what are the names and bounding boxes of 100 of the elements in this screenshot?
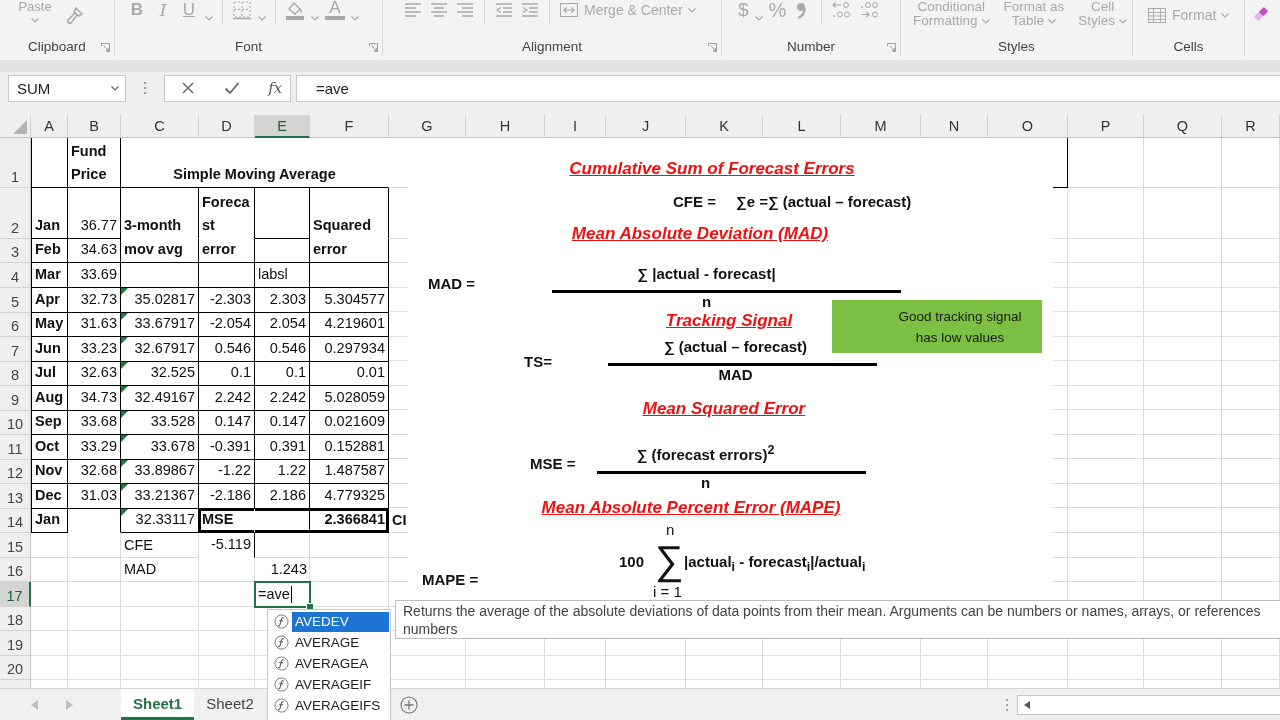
- row-header[interactable]: 7: [0, 337, 31, 362]
- cell-text: 2.303: [269, 289, 306, 309]
- row-header[interactable]: 20: [0, 655, 31, 680]
- cell-text: 33.528: [150, 412, 195, 431]
- cell-text: 2.242: [214, 387, 251, 407]
- row-header[interactable]: 17: [0, 582, 31, 607]
- ribbon-group-label: Cells: [1172, 38, 1205, 56]
- drag-dots-icon[interactable]: [143, 81, 147, 95]
- cell-text: Squared: [313, 216, 371, 235]
- cell-text: -0.391: [209, 436, 251, 456]
- column-header[interactable]: C: [121, 115, 199, 138]
- cell-text: 32.68: [80, 461, 117, 480]
- name-box[interactable]: SUM: [8, 74, 126, 102]
- cell-text: -2.186: [209, 485, 251, 505]
- formula-label: CFE =: [673, 192, 716, 212]
- column-header[interactable]: Q: [1144, 115, 1222, 138]
- column-header[interactable]: E: [255, 115, 310, 138]
- row-header[interactable]: 12: [0, 459, 31, 484]
- row-header[interactable]: 6: [0, 312, 31, 337]
- left-arrow-icon[interactable]: [1024, 700, 1030, 709]
- drag-dots-icon[interactable]: [1005, 697, 1009, 712]
- cell-text: 0.391: [269, 436, 306, 456]
- right-arrow-icon[interactable]: [66, 699, 73, 710]
- cell-text: 2.366841: [324, 510, 385, 529]
- row-header[interactable]: 2: [0, 188, 31, 239]
- row-header[interactable]: 4: [0, 263, 31, 288]
- row-header[interactable]: 8: [0, 361, 31, 386]
- function-icon: [274, 656, 289, 671]
- column-header[interactable]: P: [1068, 115, 1144, 138]
- autocomplete-item[interactable]: AVERAGEIF: [292, 674, 389, 695]
- cell-text: 2.054: [269, 314, 306, 333]
- cell-text: 33.68: [80, 412, 117, 431]
- row-header[interactable]: 15: [0, 533, 31, 558]
- column-header[interactable]: I: [545, 115, 606, 138]
- ribbon-group-label: Number: [786, 38, 836, 56]
- sheet-tab[interactable]: Sheet1: [121, 689, 195, 720]
- add-icon[interactable]: [399, 695, 418, 714]
- cell-text: 33.67917: [134, 314, 195, 333]
- column-header[interactable]: B: [68, 115, 121, 138]
- row-header[interactable]: 10: [0, 410, 31, 435]
- cross-icon: [180, 81, 195, 95]
- table-grid-icon: [1147, 5, 1167, 25]
- insert-function-button[interactable]: fx: [260, 77, 290, 99]
- caret-icon[interactable]: [111, 85, 119, 91]
- row-header[interactable]: 16: [0, 557, 31, 582]
- row-header[interactable]: 1: [0, 138, 31, 188]
- column-header[interactable]: H: [466, 115, 545, 138]
- cell-text: 0.152881: [324, 436, 385, 456]
- autocomplete-item[interactable]: AVERAGEA: [292, 653, 389, 674]
- cell-text: 31.03: [80, 485, 117, 505]
- cell-text: 32.49167: [134, 387, 195, 407]
- row-header[interactable]: 19: [0, 631, 31, 656]
- cell-text: Jan: [35, 510, 60, 529]
- check-icon: [223, 81, 240, 95]
- formula-input[interactable]: =ave: [296, 74, 1280, 102]
- function-icon: [274, 677, 289, 692]
- column-header[interactable]: J: [606, 115, 686, 138]
- tooltip-text: Returns the average of the absolute deviations of data points from their mean. Arguments can be numbers or names, arrays, or references numbers: [403, 602, 1262, 638]
- column-header[interactable]: A: [31, 115, 68, 138]
- ribbon-group-label: Styles: [997, 38, 1036, 56]
- row-header[interactable]: 13: [0, 484, 31, 509]
- column-header[interactable]: R: [1222, 115, 1280, 138]
- cell-text: Sep: [35, 412, 62, 431]
- formula-label: MAPE =: [422, 570, 479, 590]
- cell-text: Aug: [35, 387, 64, 407]
- column-header[interactable]: L: [763, 115, 841, 138]
- cell-text: 0.021609: [324, 412, 385, 431]
- row-header[interactable]: 9: [0, 386, 31, 411]
- row-header[interactable]: 14: [0, 508, 31, 533]
- autocomplete-item[interactable]: AVERAGEIFS: [292, 695, 389, 716]
- cell-text: 0.147: [269, 412, 306, 431]
- autocomplete-item[interactable]: AVEDEV: [292, 611, 389, 632]
- cell-text: 34.73: [80, 387, 117, 407]
- cell-text: 33.21367: [134, 485, 195, 505]
- horizontal-scrollbar[interactable]: [1017, 694, 1280, 715]
- cell-text: 34.63: [80, 240, 117, 259]
- cell-text: 1.243: [270, 560, 307, 579]
- column-header[interactable]: D: [199, 115, 255, 138]
- select-all-button[interactable]: [0, 115, 31, 138]
- cell-text: Jan: [35, 216, 60, 235]
- row-header[interactable]: 5: [0, 288, 31, 313]
- cell-text: Jul: [35, 363, 56, 382]
- section-title: Mean Absolute Deviation (MAD): [571, 224, 829, 244]
- cell-text: -1.22: [217, 461, 251, 480]
- function-icon: [274, 635, 289, 650]
- sheet-tab[interactable]: Sheet2: [194, 689, 266, 720]
- row-header[interactable]: 18: [0, 606, 31, 631]
- column-header[interactable]: N: [921, 115, 988, 138]
- column-header[interactable]: M: [841, 115, 921, 138]
- autocomplete-item[interactable]: AVERAGE: [292, 632, 389, 653]
- column-header[interactable]: F: [310, 115, 389, 138]
- column-header[interactable]: G: [389, 115, 466, 138]
- column-header[interactable]: K: [686, 115, 763, 138]
- row-header[interactable]: 3: [0, 239, 31, 263]
- row-header[interactable]: 11: [0, 435, 31, 460]
- cell-text: 31.63: [80, 314, 117, 333]
- limit-text: n: [666, 521, 675, 539]
- column-header[interactable]: O: [988, 115, 1068, 138]
- cell-text: May: [35, 314, 64, 333]
- merge-cells-icon: [559, 0, 579, 20]
